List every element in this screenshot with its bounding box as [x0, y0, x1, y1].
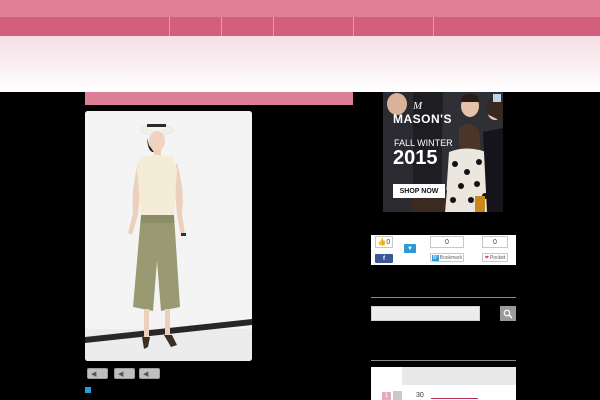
sidebar-advert[interactable]: M MASON'S FALL WINTER 2015 SHOP NOW [383, 92, 503, 212]
search-button[interactable] [500, 306, 516, 321]
facebook-icon: f [383, 255, 385, 262]
nav-item-3[interactable] [222, 17, 274, 36]
thumbs-up-icon: 👍 [377, 239, 387, 246]
ranking-tabs [371, 367, 516, 385]
advert-logo: M [413, 100, 423, 112]
advert-brand: MASON'S [393, 112, 453, 126]
rank-thumbnail[interactable] [393, 391, 402, 400]
advert-year: 2015 [393, 147, 438, 169]
pager-prev-button[interactable]: ◀ [87, 368, 108, 379]
rank-item-underline [431, 398, 478, 399]
share-buttons: 👍 0 f ▼ 0 B! Bookmark 0 ❤ Pocket [371, 235, 516, 265]
header-banner [0, 36, 600, 92]
photo-illustration [85, 111, 252, 361]
bookmark-count: 0 [430, 236, 464, 248]
pocket-icon: ❤ [484, 254, 489, 261]
sidebar-divider-2 [371, 360, 516, 361]
bookmark-share-button[interactable]: B! Bookmark [430, 253, 464, 262]
pager-button-2[interactable]: ◀ [114, 368, 135, 379]
ranking-list: 1 30 [371, 385, 516, 400]
rank-badge: 1 [382, 392, 391, 400]
nav-item-4[interactable] [274, 17, 354, 36]
search-icon [503, 309, 513, 318]
header-top-band [0, 0, 600, 17]
search-input[interactable] [371, 306, 480, 321]
main-nav [0, 17, 600, 36]
pocket-count: 0 [482, 236, 508, 248]
nav-item-2[interactable] [170, 17, 222, 36]
fashion-photo[interactable] [85, 111, 252, 361]
nav-item-1[interactable] [0, 17, 170, 36]
bird-icon: ▼ [407, 245, 413, 252]
facebook-share-button[interactable]: f [375, 254, 393, 263]
post-title-bar [85, 92, 353, 105]
like-count: 👍 0 [375, 236, 393, 248]
image-pager: ◀ ◀ ◀ [87, 368, 160, 379]
bookmark-icon: B! [431, 254, 439, 261]
pocket-share-button[interactable]: ❤ Pocket [482, 253, 508, 262]
ranking-tab-active[interactable] [371, 367, 402, 385]
rank-item-text[interactable]: 30 [416, 392, 424, 399]
twitter-share-button[interactable]: ▼ [404, 244, 416, 253]
category-marker-icon [85, 387, 91, 393]
shop-now-button[interactable]: SHOP NOW [393, 184, 445, 198]
sidebar-divider-1 [371, 297, 516, 298]
nav-item-5[interactable] [354, 17, 434, 36]
ad-choices-icon[interactable] [493, 94, 501, 102]
pager-button-3[interactable]: ◀ [139, 368, 160, 379]
